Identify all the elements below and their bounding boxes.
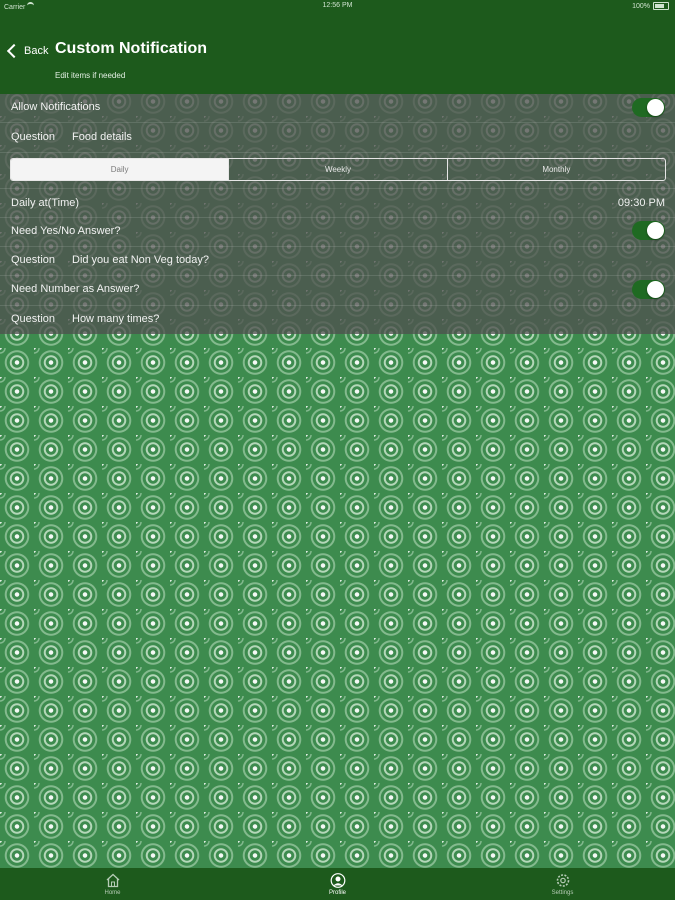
frequency-segmented-control: Daily Weekly Monthly [10,158,666,181]
segment-weekly[interactable]: Weekly [228,159,446,180]
back-label: Back [24,45,49,57]
chevron-left-icon [6,43,22,59]
segment-monthly[interactable]: Monthly [446,159,665,180]
allow-notifications-row: Allow Notifications [0,94,675,123]
need-yes-no-row: Need Yes/No Answer? [0,216,675,247]
home-icon [106,873,119,887]
question-row-1: Question Food details [0,122,675,153]
daily-time-row[interactable]: Daily at(Time) 09:30 PM [0,188,675,218]
toggle-knob [647,99,664,116]
tab-home-label: Home [104,889,121,896]
need-number-label: Need Number as Answer? [11,283,140,295]
question-input-3[interactable]: How many times? [72,313,159,325]
settings-icon [556,873,569,887]
question-input-1[interactable]: Food details [72,131,132,143]
tab-bar: Home Profile Settings [0,868,675,900]
question-label: Question [11,131,56,143]
question-row-3: Question How many times? [0,305,675,334]
back-button[interactable]: Back [6,43,49,59]
profile-icon [330,872,345,888]
page-title: Custom Notification [55,40,207,57]
tab-home[interactable]: Home [0,868,225,900]
allow-notifications-label: Allow Notifications [11,101,101,113]
tab-settings-label: Settings [551,889,574,896]
daily-time-value[interactable]: 09:30 PM [618,197,665,209]
question-input-2[interactable]: Did you eat Non Veg today? [72,254,209,266]
battery-percent: 100% [632,2,650,10]
tab-settings[interactable]: Settings [450,868,675,900]
toggle-knob [647,281,664,298]
question-row-2: Question Did you eat Non Veg today? [0,246,675,276]
battery-status: 100% [632,2,669,10]
allow-notifications-toggle[interactable] [632,98,665,117]
clock: 12:56 PM [322,2,353,9]
question-label: Question [11,313,56,325]
question-label: Question [11,254,56,266]
battery-icon [653,2,669,10]
need-yes-no-toggle[interactable] [632,221,665,240]
page-subtitle: Edit items if needed [55,71,126,80]
toggle-knob [647,222,664,239]
need-yes-no-label: Need Yes/No Answer? [11,225,121,237]
tab-profile[interactable]: Profile [225,868,450,900]
nav-bar: Back Custom Notification Edit items if n… [0,12,675,94]
daily-time-label: Daily at(Time) [11,197,80,209]
tab-profile-label: Profile [328,889,346,896]
segment-daily[interactable]: Daily [11,159,229,180]
need-number-toggle[interactable] [632,280,665,299]
need-number-row: Need Number as Answer? [0,275,675,306]
status-bar: Carrier 12:56 PM 100% [0,0,675,12]
